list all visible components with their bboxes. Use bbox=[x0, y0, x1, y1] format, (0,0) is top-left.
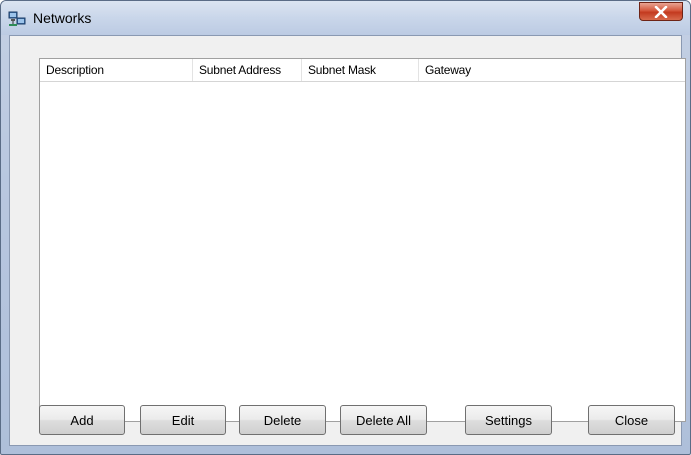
window-close-button[interactable] bbox=[639, 2, 683, 21]
add-button[interactable]: Add bbox=[39, 405, 125, 435]
edit-button[interactable]: Edit bbox=[140, 405, 226, 435]
column-header-gateway[interactable]: Gateway bbox=[419, 59, 685, 81]
close-button[interactable]: Close bbox=[588, 405, 675, 435]
close-x-icon bbox=[654, 6, 668, 18]
network-computers-icon bbox=[8, 11, 26, 27]
column-header-subnet-address[interactable]: Subnet Address bbox=[193, 59, 302, 81]
dialog-client-area: Description Subnet Address Subnet Mask G… bbox=[9, 35, 686, 446]
column-header-subnet-mask[interactable]: Subnet Mask bbox=[302, 59, 419, 81]
networks-window: Networks Description Subnet Address Subn… bbox=[0, 0, 691, 455]
column-header-description[interactable]: Description bbox=[40, 59, 193, 81]
window-title: Networks bbox=[33, 10, 92, 26]
delete-all-button[interactable]: Delete All bbox=[340, 405, 427, 435]
title-bar[interactable]: Networks bbox=[1, 1, 690, 35]
networks-list[interactable]: Description Subnet Address Subnet Mask G… bbox=[39, 58, 686, 422]
delete-button[interactable]: Delete bbox=[239, 405, 326, 435]
settings-button[interactable]: Settings bbox=[465, 405, 552, 435]
list-header: Description Subnet Address Subnet Mask G… bbox=[40, 59, 685, 82]
